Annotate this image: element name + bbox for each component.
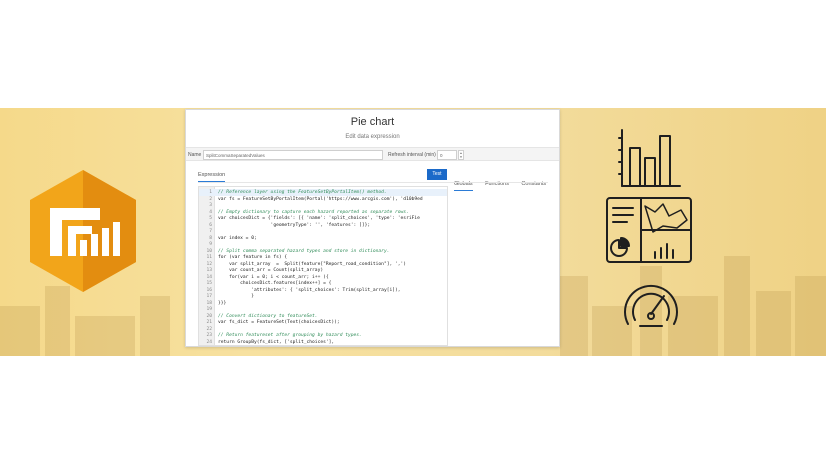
refresh-interval-input[interactable]: 0	[437, 150, 457, 160]
code-line[interactable]: 24 return GroupBy(fs_dict, ['split_choice…	[199, 339, 447, 346]
code-editor[interactable]: 1// Reference layer using the FeatureSet…	[198, 186, 448, 346]
name-input[interactable]: SplitCommaSeparatedValues	[203, 150, 383, 160]
dashboard-app-logo	[30, 170, 136, 292]
panel-title: Pie chart	[350, 116, 395, 128]
code-text: return GroupBy(fs_dict, ['split_choices'…	[218, 339, 335, 345]
bar-chart-icon	[618, 129, 681, 187]
name-label: Name	[188, 152, 202, 158]
refresh-interval-label: Refresh interval (min)	[388, 152, 436, 158]
gauge-icon	[624, 284, 678, 327]
refresh-interval-stepper[interactable]: ▲ ▼	[458, 150, 464, 160]
line-number: 24	[206, 339, 212, 345]
stepper-down-icon[interactable]: ▼	[459, 155, 463, 159]
tab-divider	[198, 182, 548, 183]
dashboard-layout-icon	[606, 197, 692, 263]
helper-tabs: Globals Functions Constants	[454, 172, 554, 191]
panel-subtitle: Edit data expression	[345, 134, 400, 140]
test-button[interactable]: Test	[427, 169, 447, 180]
settings-row: Name SplitCommaSeparatedValues Refresh i…	[186, 147, 559, 161]
tab-expression[interactable]: Expression	[198, 172, 226, 182]
expression-editor-panel: Pie chart Edit data expression Name Spli…	[185, 109, 560, 347]
